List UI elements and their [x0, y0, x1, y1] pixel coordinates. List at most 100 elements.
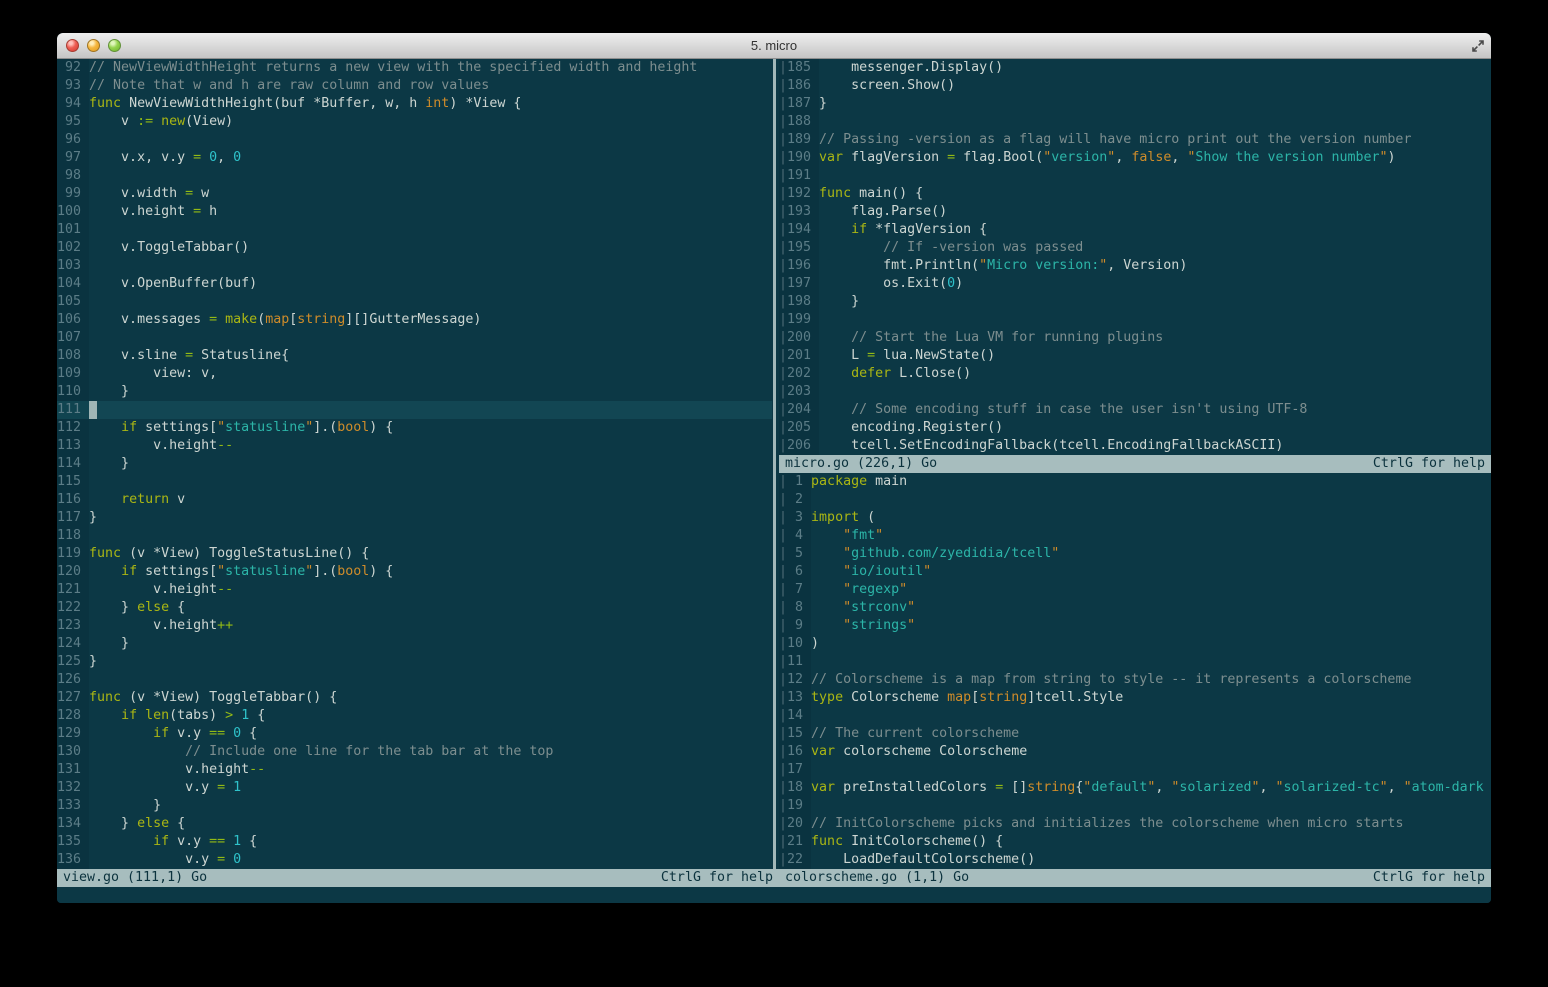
code-line[interactable]: 123 v.height++ — [57, 617, 772, 635]
code-line[interactable]: 99 v.width = w — [57, 185, 772, 203]
code-line[interactable]: 94 func NewViewWidthHeight(buf *Buffer, … — [57, 95, 772, 113]
code-line[interactable]: | 6 "io/ioutil" — [779, 563, 1491, 581]
code-line[interactable]: 116 return v — [57, 491, 772, 509]
code-line[interactable]: 129 if v.y == 0 { — [57, 725, 772, 743]
code-line[interactable]: 136 v.y = 0 — [57, 851, 772, 869]
code-line[interactable]: 95 v := new(View) — [57, 113, 772, 131]
code-line[interactable]: 98 — [57, 167, 772, 185]
code-line[interactable]: 125 } — [57, 653, 772, 671]
code-line[interactable]: | 8 "strconv" — [779, 599, 1491, 617]
code-text: "regexp" — [843, 582, 908, 597]
code-text: func InitColorscheme() { — [811, 834, 1004, 849]
code-line[interactable]: |13 type Colorscheme map[string]tcell.St… — [779, 689, 1491, 707]
code-line[interactable]: |18 var preInstalledColors = []string{"d… — [779, 779, 1491, 797]
code-line[interactable]: 110 } — [57, 383, 772, 401]
code-line[interactable]: |199 — [779, 311, 1491, 329]
code-line[interactable]: |185 messenger.Display() — [779, 59, 1491, 77]
code-line[interactable]: |204 // Some encoding stuff in case the … — [779, 401, 1491, 419]
code-line[interactable]: |17 — [779, 761, 1491, 779]
code-line[interactable]: 113 v.height-- — [57, 437, 772, 455]
code-line[interactable]: 104 v.OpenBuffer(buf) — [57, 275, 772, 293]
code-line[interactable]: 134 } else { — [57, 815, 772, 833]
code-line[interactable]: 105 — [57, 293, 772, 311]
code-line[interactable]: 117 } — [57, 509, 772, 527]
code-line[interactable]: | 9 "strings" — [779, 617, 1491, 635]
code-line[interactable]: |16 var colorscheme Colorscheme — [779, 743, 1491, 761]
code-line[interactable]: |200 // Start the Lua VM for running plu… — [779, 329, 1491, 347]
editor-pane-colorscheme-go[interactable]: | 1 package main | 2 | 3 import (| 4 "fmt… — [779, 473, 1491, 869]
code-line[interactable]: |191 — [779, 167, 1491, 185]
code-line[interactable]: |11 — [779, 653, 1491, 671]
code-line[interactable]: 100 v.height = h — [57, 203, 772, 221]
code-line[interactable]: |22 LoadDefaultColorscheme() — [779, 851, 1491, 869]
code-line[interactable]: |197 os.Exit(0) — [779, 275, 1491, 293]
code-line[interactable]: |194 if *flagVersion { — [779, 221, 1491, 239]
code-line[interactable]: |202 defer L.Close() — [779, 365, 1491, 383]
code-line[interactable]: |21 func InitColorscheme() { — [779, 833, 1491, 851]
code-line[interactable]: 121 v.height-- — [57, 581, 772, 599]
code-line[interactable]: |20 // InitColorscheme picks and initial… — [779, 815, 1491, 833]
code-line[interactable]: |15 // The current colorscheme — [779, 725, 1491, 743]
editor-pane-view-go[interactable]: 92 // NewViewWidthHeight returns a new v… — [57, 59, 772, 869]
code-line[interactable]: 101 — [57, 221, 772, 239]
code-line[interactable]: |19 — [779, 797, 1491, 815]
code-line[interactable]: |196 fmt.Println("Micro version:", Versi… — [779, 257, 1491, 275]
code-line[interactable]: 109 view: v, — [57, 365, 772, 383]
code-line[interactable]: 92 // NewViewWidthHeight returns a new v… — [57, 59, 772, 77]
code-line[interactable]: 131 v.height-- — [57, 761, 772, 779]
divider-glyph: | — [779, 96, 788, 111]
code-line[interactable]: 102 v.ToggleTabbar() — [57, 239, 772, 257]
code-line[interactable]: |10 ) — [779, 635, 1491, 653]
code-line[interactable]: 108 v.sline = Statusline{ — [57, 347, 772, 365]
code-line[interactable]: |189 // Passing -version as a flag will … — [779, 131, 1491, 149]
code-line[interactable]: 103 — [57, 257, 772, 275]
code-line[interactable]: 124 } — [57, 635, 772, 653]
code-line[interactable]: 115 — [57, 473, 772, 491]
code-line[interactable]: |12 // Colorscheme is a map from string … — [779, 671, 1491, 689]
code-line[interactable]: 106 v.messages = make(map[string][]Gutte… — [57, 311, 772, 329]
code-line[interactable]: 112 if settings["statusline"].(bool) { — [57, 419, 772, 437]
code-line[interactable]: | 2 — [779, 491, 1491, 509]
editor-pane-micro-go[interactable]: |185 messenger.Display() |186 screen.Show… — [779, 59, 1491, 455]
code-line[interactable]: 93 // Note that w and h are raw column a… — [57, 77, 772, 95]
code-line[interactable]: 119 func (v *View) ToggleStatusLine() { — [57, 545, 772, 563]
code-line[interactable]: 126 — [57, 671, 772, 689]
code-line[interactable]: |187 } — [779, 95, 1491, 113]
window-titlebar[interactable]: 5. micro — [57, 33, 1491, 59]
code-line[interactable]: |186 screen.Show() — [779, 77, 1491, 95]
code-line[interactable]: 127 func (v *View) ToggleTabbar() { — [57, 689, 772, 707]
vertical-split-divider[interactable] — [772, 59, 779, 869]
code-line[interactable]: |203 — [779, 383, 1491, 401]
command-line[interactable] — [57, 887, 1491, 903]
code-line[interactable]: 120 if settings["statusline"].(bool) { — [57, 563, 772, 581]
code-line[interactable]: | 7 "regexp" — [779, 581, 1491, 599]
code-line[interactable]: 114 } — [57, 455, 772, 473]
code-line[interactable]: |206 tcell.SetEncodingFallback(tcell.Enc… — [779, 437, 1491, 455]
code-line[interactable]: |14 — [779, 707, 1491, 725]
code-line[interactable]: | 4 "fmt" — [779, 527, 1491, 545]
code-line[interactable]: |190 var flagVersion = flag.Bool("versio… — [779, 149, 1491, 167]
line-number: 114 — [57, 456, 90, 471]
code-line[interactable]: |188 — [779, 113, 1491, 131]
code-line[interactable]: 135 if v.y == 1 { — [57, 833, 772, 851]
code-line[interactable]: 107 — [57, 329, 772, 347]
code-line[interactable]: |205 encoding.Register() — [779, 419, 1491, 437]
code-line[interactable]: |198 } — [779, 293, 1491, 311]
code-line[interactable]: | 3 import ( — [779, 509, 1491, 527]
code-line[interactable]: |192 func main() { — [779, 185, 1491, 203]
code-line[interactable]: 130 // Include one line for the tab bar … — [57, 743, 772, 761]
code-line[interactable]: 132 v.y = 1 — [57, 779, 772, 797]
code-line[interactable]: |195 // If -version was passed — [779, 239, 1491, 257]
code-line[interactable]: | 1 package main — [779, 473, 1491, 491]
code-line[interactable]: 122 } else { — [57, 599, 772, 617]
code-line[interactable]: | 5 "github.com/zyedidia/tcell" — [779, 545, 1491, 563]
resize-icon[interactable] — [1470, 38, 1486, 54]
code-line[interactable]: |201 L = lua.NewState() — [779, 347, 1491, 365]
code-line[interactable]: 133 } — [57, 797, 772, 815]
code-line[interactable]: 97 v.x, v.y = 0, 0 — [57, 149, 772, 167]
code-line[interactable]: |193 flag.Parse() — [779, 203, 1491, 221]
code-line[interactable]: 128 if len(tabs) > 1 { — [57, 707, 772, 725]
code-line[interactable]: 118 — [57, 527, 772, 545]
code-line[interactable]: 96 — [57, 131, 772, 149]
code-line[interactable]: 111 — [57, 401, 772, 419]
